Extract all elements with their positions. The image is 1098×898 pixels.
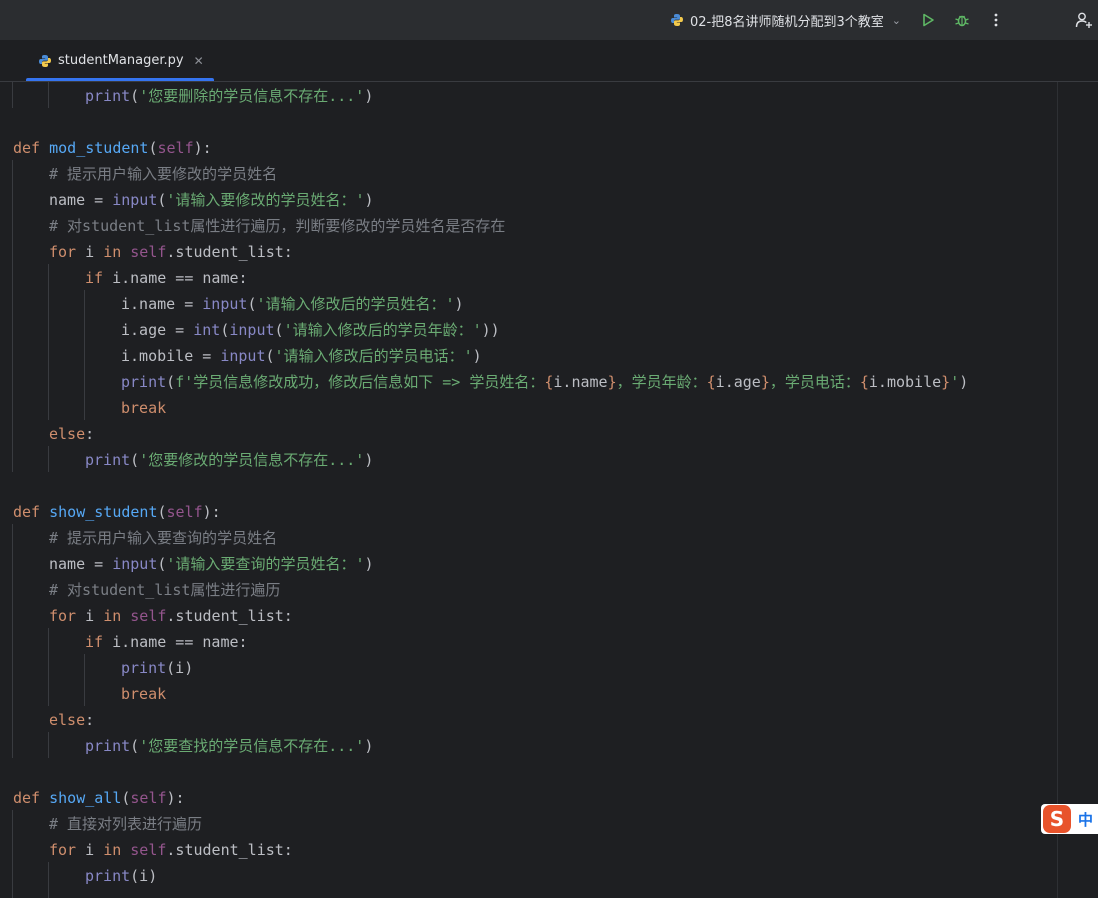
active-tab-indicator bbox=[26, 78, 214, 81]
code-line: break bbox=[121, 399, 167, 417]
editor-right-margin bbox=[1057, 82, 1058, 898]
code-line: for i in self.student_list: bbox=[49, 243, 293, 261]
code-line: i.age = int(input('请输入修改后的学员年龄：')) bbox=[121, 321, 500, 339]
code-line: # 对student_list属性进行遍历 bbox=[49, 581, 281, 599]
code-line: else: bbox=[49, 425, 95, 443]
code-line: print('您要查找的学员信息不存在...') bbox=[85, 737, 374, 755]
code-line: i.name = input('请输入修改后的学员姓名：') bbox=[121, 295, 464, 313]
input-method-indicator[interactable]: S 中 bbox=[1041, 804, 1098, 834]
code-line: def mod_student(self): bbox=[13, 139, 212, 157]
indent-guide bbox=[48, 264, 49, 420]
close-icon[interactable]: ✕ bbox=[194, 54, 204, 68]
indent-guide bbox=[48, 82, 49, 108]
more-actions-button[interactable] bbox=[984, 8, 1008, 32]
indent-guide bbox=[12, 82, 13, 108]
debug-button[interactable] bbox=[950, 8, 974, 32]
run-configuration-label: 02-把8名讲师随机分配到3个教室 bbox=[690, 14, 884, 30]
title-bar: 02-把8名讲师随机分配到3个教室 ⌄ bbox=[0, 0, 1098, 40]
add-user-icon bbox=[1075, 12, 1092, 28]
code-line: print(i) bbox=[121, 659, 194, 677]
debug-bug-icon bbox=[955, 15, 969, 27]
more-vertical-icon bbox=[994, 13, 998, 27]
tab-student-manager[interactable]: studentManager.py ✕ bbox=[26, 40, 214, 81]
indent-guide bbox=[12, 810, 13, 898]
python-file-icon bbox=[39, 54, 51, 67]
indent-guide bbox=[12, 524, 13, 758]
indent-guide bbox=[48, 446, 49, 472]
code-line: if i.name == name: bbox=[85, 269, 248, 287]
code-line: print(f'学员信息修改成功，修改后信息如下 => 学员姓名：{i.name… bbox=[121, 373, 969, 391]
indent-guide bbox=[48, 628, 49, 706]
run-configuration-selector[interactable]: 02-把8名讲师随机分配到3个教室 ⌄ bbox=[662, 6, 909, 34]
code-line: i.mobile = input('请输入修改后的学员电话：') bbox=[121, 347, 482, 365]
python-icon bbox=[671, 14, 683, 26]
indent-guide bbox=[84, 290, 85, 420]
code-line: print('您要删除的学员信息不存在...') bbox=[85, 87, 374, 105]
tab-label: studentManager.py bbox=[58, 53, 184, 68]
indent-guide bbox=[48, 732, 49, 758]
indent-guide bbox=[84, 654, 85, 706]
sogou-logo-icon: S bbox=[1043, 805, 1071, 833]
code-line: def show_all(self): bbox=[13, 789, 185, 807]
code-line: # 对student_list属性进行遍历，判断要修改的学员姓名是否存在 bbox=[49, 217, 506, 235]
code-line: def show_student(self): bbox=[13, 503, 221, 521]
code-line: # 提示用户输入要查询的学员姓名 bbox=[49, 529, 278, 547]
editor-tab-bar: studentManager.py ✕ bbox=[0, 40, 1098, 82]
code-line: print('您要修改的学员信息不存在...') bbox=[85, 451, 374, 469]
code-line: if i.name == name: bbox=[85, 633, 248, 651]
code-line: name = input('请输入要查询的学员姓名：') bbox=[49, 555, 374, 573]
code-line: print(i) bbox=[85, 867, 158, 885]
run-button[interactable] bbox=[916, 8, 940, 32]
chevron-down-icon: ⌄ bbox=[891, 13, 901, 27]
code-line: # 直接对列表进行遍历 bbox=[49, 815, 203, 833]
ime-mode-label: 中 bbox=[1078, 810, 1094, 829]
add-user-button[interactable] bbox=[1072, 8, 1096, 32]
code-line: name = input('请输入要修改的学员姓名：') bbox=[49, 191, 374, 209]
code-line: for i in self.student_list: bbox=[49, 607, 293, 625]
code-line: for i in self.student_list: bbox=[49, 841, 293, 859]
code-editor[interactable]: print('您要删除的学员信息不存在...') def mod_student… bbox=[0, 82, 1057, 898]
code-line: # 提示用户输入要修改的学员姓名 bbox=[49, 165, 278, 183]
code-line: break bbox=[121, 685, 167, 703]
indent-guide bbox=[12, 160, 13, 472]
code-line: else: bbox=[49, 711, 95, 729]
indent-guide bbox=[48, 862, 49, 898]
run-icon bbox=[923, 13, 934, 27]
